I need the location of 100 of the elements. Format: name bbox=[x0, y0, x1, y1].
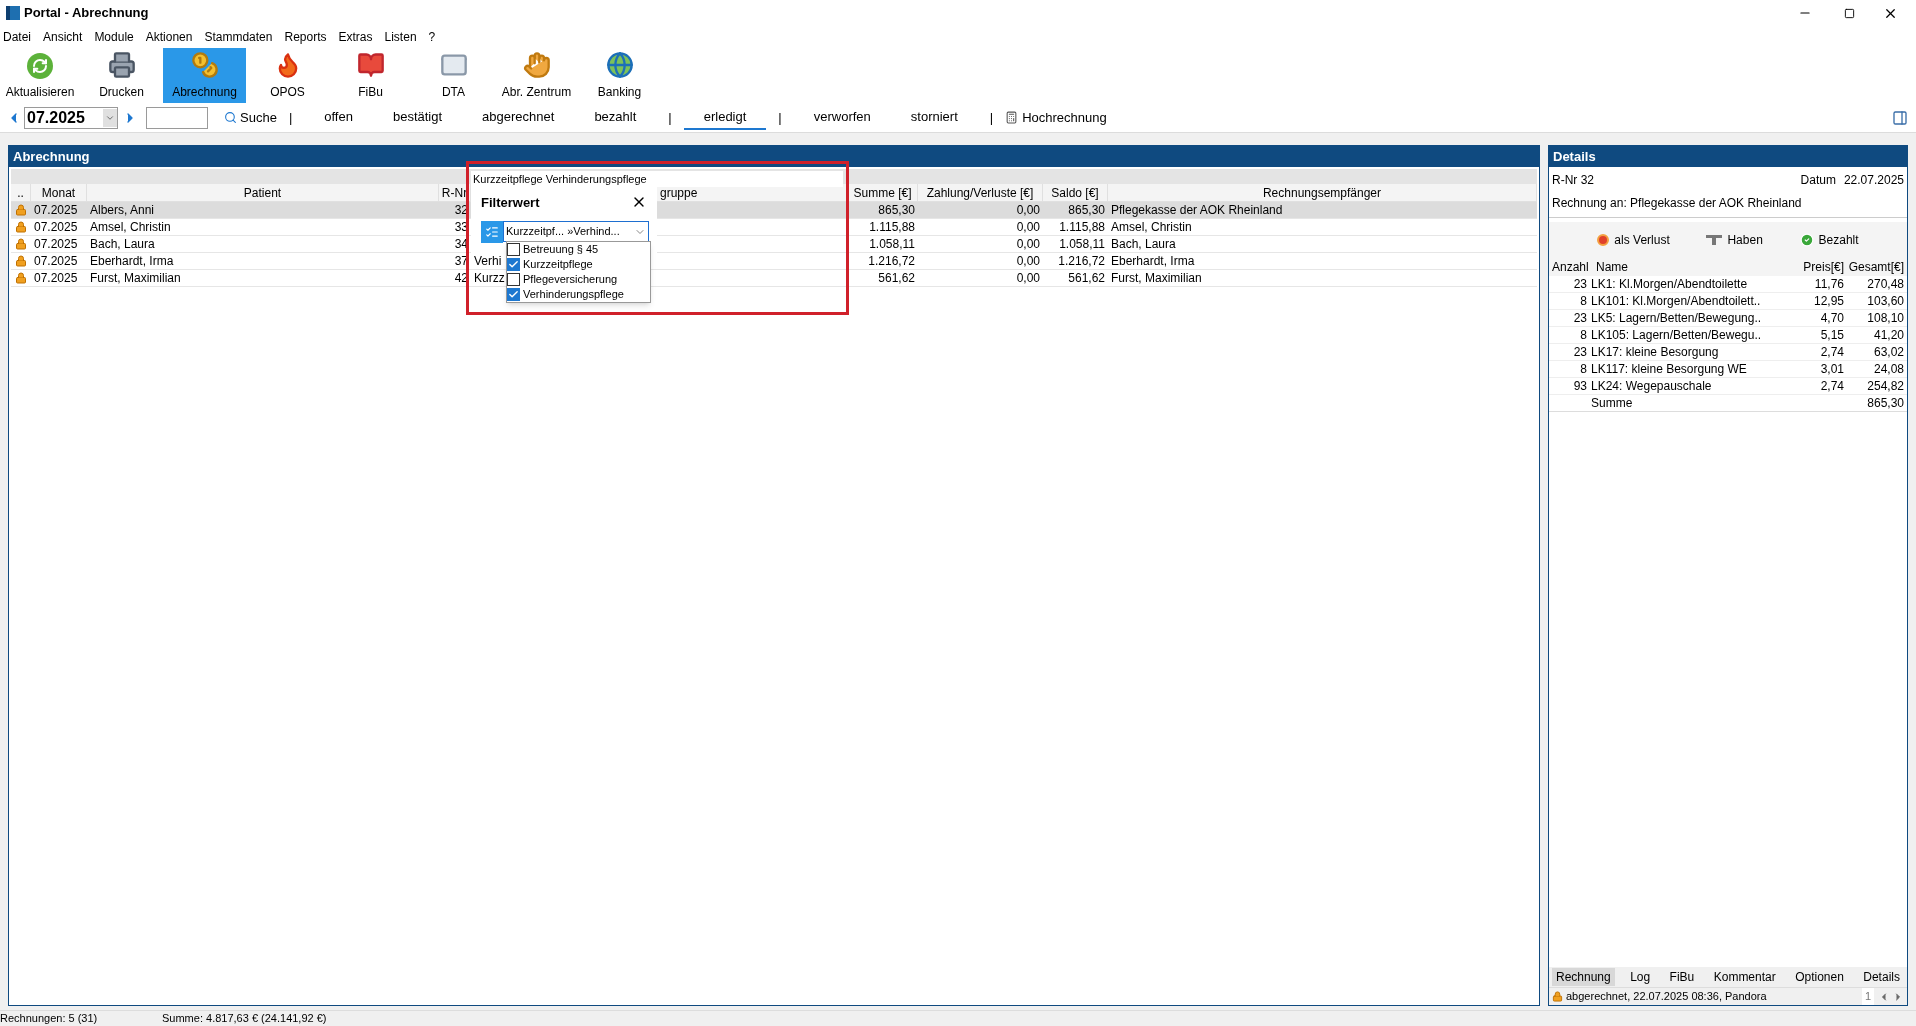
table-cell-text: 2,74 bbox=[1819, 378, 1844, 395]
table-cell-text: 07.2025 bbox=[34, 202, 78, 219]
column-header[interactable]: Monat bbox=[41, 183, 76, 202]
status-tab[interactable]: abgerechnet bbox=[462, 105, 575, 130]
checkbox[interactable] bbox=[507, 288, 520, 301]
column-header[interactable]: Patient bbox=[243, 183, 282, 202]
column-header[interactable]: .. bbox=[17, 183, 24, 202]
table-cell-text: 23 bbox=[1572, 344, 1587, 361]
table-cell-text: Eberhardt, Irma bbox=[90, 253, 174, 270]
menu-item[interactable]: Extras bbox=[335, 28, 376, 46]
column-header: Anzahl bbox=[1552, 259, 1590, 276]
table-cell-text: 270,48 bbox=[1866, 276, 1904, 293]
menu-item[interactable]: ? bbox=[425, 28, 439, 46]
menu-item[interactable]: Ansicht bbox=[40, 28, 86, 46]
filter-value-dropdown[interactable]: Kurzzeitpf... »Verhind... bbox=[503, 221, 649, 242]
table-cell-text: 07.2025 bbox=[34, 270, 78, 287]
table-cell-text: 07.2025 bbox=[34, 236, 78, 253]
table-cell-text: LK117: kleine Besorgung WE bbox=[1591, 361, 1748, 378]
table-cell-text: 23 bbox=[1572, 276, 1587, 293]
status-tab[interactable]: bestätigt bbox=[372, 105, 463, 130]
detail-tab[interactable]: Rechnung bbox=[1552, 968, 1615, 986]
check-circle-icon bbox=[1799, 233, 1814, 247]
date-value: 22.07.2025 bbox=[1843, 172, 1904, 189]
column-header[interactable]: Summe [€] bbox=[853, 183, 912, 202]
detail-tab[interactable]: Kommentar bbox=[1709, 968, 1780, 986]
filter-text: Kurzzeitpflege Verhinderungspflege bbox=[473, 171, 647, 187]
printer-icon bbox=[107, 51, 136, 79]
app-icon bbox=[6, 6, 20, 20]
table-cell-text: 1.058,11 bbox=[869, 236, 915, 253]
menu-item[interactable]: Module bbox=[91, 28, 137, 46]
table-cell-text: 865,30 bbox=[878, 202, 915, 219]
detail-tab[interactable]: Log bbox=[1626, 968, 1655, 986]
panel-header: Details bbox=[1549, 146, 1907, 167]
refresh-icon bbox=[27, 53, 53, 79]
status-tab[interactable]: storniert bbox=[890, 105, 978, 130]
table-cell-text: 561,62 bbox=[878, 270, 915, 287]
table-cell-text: 4,70 bbox=[1819, 310, 1844, 327]
action-button[interactable]: als Verlust bbox=[1597, 231, 1670, 249]
restore-icon[interactable] bbox=[1844, 7, 1855, 19]
list-check-icon[interactable] bbox=[481, 221, 503, 243]
checkbox[interactable] bbox=[507, 258, 520, 271]
table-cell-text: LK5: Lagern/Betten/Bewegung.. bbox=[1591, 310, 1763, 327]
option-label[interactable]: Verhinderungspflege bbox=[523, 286, 624, 303]
sum-value: 865,30 bbox=[1866, 395, 1904, 412]
search-button[interactable]: Suche bbox=[224, 107, 277, 128]
status-text: Summe: 4.817,63 € (24.141,92 €) bbox=[162, 1011, 327, 1026]
checkbox[interactable] bbox=[507, 273, 520, 286]
table-cell-text: 108,10 bbox=[1866, 310, 1904, 327]
search-icon bbox=[224, 111, 237, 124]
table-cell-text: 561,62 bbox=[1068, 270, 1105, 287]
menu-item[interactable]: Aktionen bbox=[142, 28, 196, 46]
detail-tab[interactable]: FiBu bbox=[1665, 968, 1699, 986]
table-cell-text: 12,95 bbox=[1812, 293, 1844, 310]
table-cell-text: 93 bbox=[1572, 378, 1587, 395]
table-cell-text: Pflegekasse der AOK Rheinland bbox=[1111, 202, 1283, 219]
menu-item[interactable]: Reports bbox=[281, 28, 330, 46]
table-cell-text: Eberhardt, Irma bbox=[1111, 253, 1195, 270]
column-header[interactable]: Saldo [€] bbox=[1051, 183, 1099, 202]
panel-toggle-icon[interactable] bbox=[1892, 109, 1908, 126]
column-header[interactable]: gruppe bbox=[660, 183, 698, 202]
toolbar-button[interactable]: Abrechnung bbox=[163, 48, 246, 103]
status-tab[interactable]: verworfen bbox=[793, 105, 891, 130]
option-label[interactable]: Kurzzeitpflege bbox=[523, 256, 593, 273]
checkbox[interactable] bbox=[507, 243, 520, 256]
recipient-text: Rechnung an: Pflegekasse der AOK Rheinland bbox=[1549, 189, 1907, 218]
action-button[interactable]: Bezahlt bbox=[1799, 231, 1859, 249]
page-number: 1 bbox=[1861, 988, 1874, 1005]
status-tab[interactable]: offen bbox=[304, 105, 373, 130]
table-cell-text: Furst, Maximilian bbox=[1111, 270, 1202, 287]
window-title: Portal - Abrechnung bbox=[24, 4, 149, 23]
column-header[interactable]: Rechnungsempfänger bbox=[1262, 183, 1382, 202]
table-cell-text: 3,01 bbox=[1819, 361, 1844, 378]
table-cell-text: 34 bbox=[454, 236, 468, 253]
table-cell-text: 23 bbox=[1572, 310, 1587, 327]
option-label[interactable]: Pflegeversicherung bbox=[523, 271, 618, 288]
status-text: Rechnungen: 5 (31) bbox=[0, 1011, 99, 1026]
table-cell-text: 07.2025 bbox=[34, 253, 78, 270]
table-cell-text: 5,15 bbox=[1819, 327, 1844, 344]
hand-icon bbox=[522, 51, 551, 79]
column-header[interactable]: R-Nr bbox=[441, 183, 468, 202]
column-header[interactable]: Zahlung/Verluste [€] bbox=[926, 183, 1034, 202]
status-text: abgerechnet, 22.07.2025 08:36, Pandora bbox=[1566, 989, 1768, 1005]
status-tab[interactable]: bezahlt bbox=[574, 105, 657, 130]
menu-item[interactable]: Stammdaten bbox=[201, 28, 276, 46]
projection-button[interactable]: Hochrechnung bbox=[1005, 107, 1107, 128]
detail-tab[interactable]: Details bbox=[1859, 968, 1904, 986]
action-button[interactable]: Haben bbox=[1706, 231, 1763, 249]
invoice-number: R-Nr 32 bbox=[1552, 172, 1594, 189]
status-tab[interactable]: erledigt bbox=[683, 105, 767, 130]
table-cell-text: 865,30 bbox=[1068, 202, 1105, 219]
period-dropdown[interactable]: 07.2025 bbox=[24, 106, 118, 129]
separator: | bbox=[288, 108, 293, 127]
detail-tab[interactable]: Optionen bbox=[1791, 968, 1848, 986]
menu-item[interactable]: Datei bbox=[0, 28, 34, 46]
table-cell-text: LK1: Kl.Morgen/Abendtoilette bbox=[1591, 276, 1749, 293]
search-field[interactable] bbox=[146, 106, 208, 129]
menu-item[interactable]: Listen bbox=[381, 28, 420, 46]
table-cell-text: LK24: Wegepauschale bbox=[1591, 378, 1713, 395]
table-cell-text: 103,60 bbox=[1866, 293, 1904, 310]
table-cell-text: 07.2025 bbox=[34, 219, 78, 236]
